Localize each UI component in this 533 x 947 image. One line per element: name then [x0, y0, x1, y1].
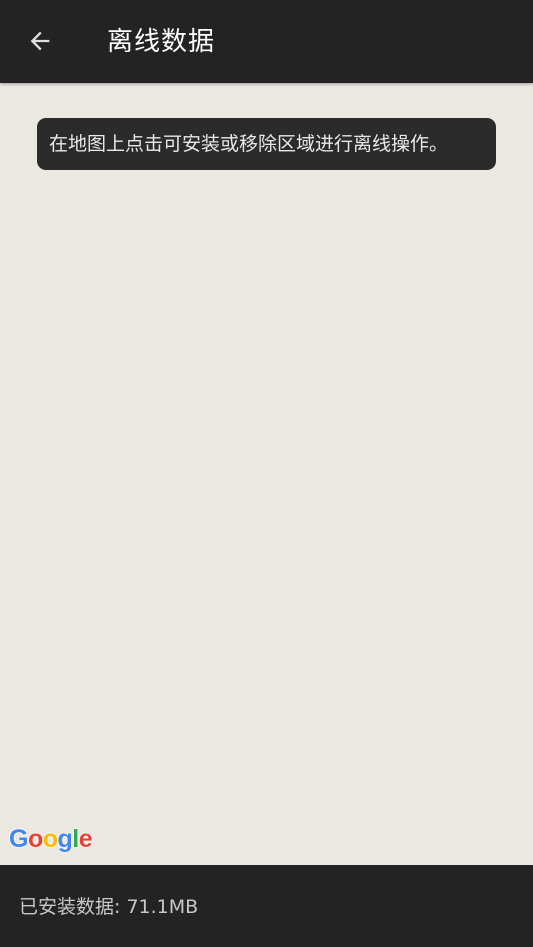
offline-data-screen: 离线数据 在地图上点击可安装或移除区域进行离线操作。 G o o g l e 已…: [0, 0, 533, 947]
google-logo-letter: g: [57, 824, 73, 853]
installed-data-size: 已安装数据: 71.1MB: [19, 896, 199, 918]
hint-text: 在地图上点击可安装或移除区域进行离线操作。: [49, 133, 449, 155]
google-logo: G o o g l e: [9, 822, 93, 856]
page-title: 离线数据: [107, 27, 216, 57]
back-button[interactable]: [16, 17, 64, 65]
google-logo-letter: G: [9, 824, 28, 853]
google-logo-letter: o: [27, 824, 43, 853]
hint-toast: 在地图上点击可安装或移除区域进行离线操作。: [37, 118, 496, 170]
app-bar: 离线数据: [0, 0, 533, 83]
google-logo-letter: o: [42, 824, 58, 853]
status-footer: 已安装数据: 71.1MB: [0, 865, 533, 947]
map-view[interactable]: [0, 83, 533, 865]
arrow-left-icon: [30, 31, 50, 51]
google-logo-letter: e: [78, 824, 93, 853]
